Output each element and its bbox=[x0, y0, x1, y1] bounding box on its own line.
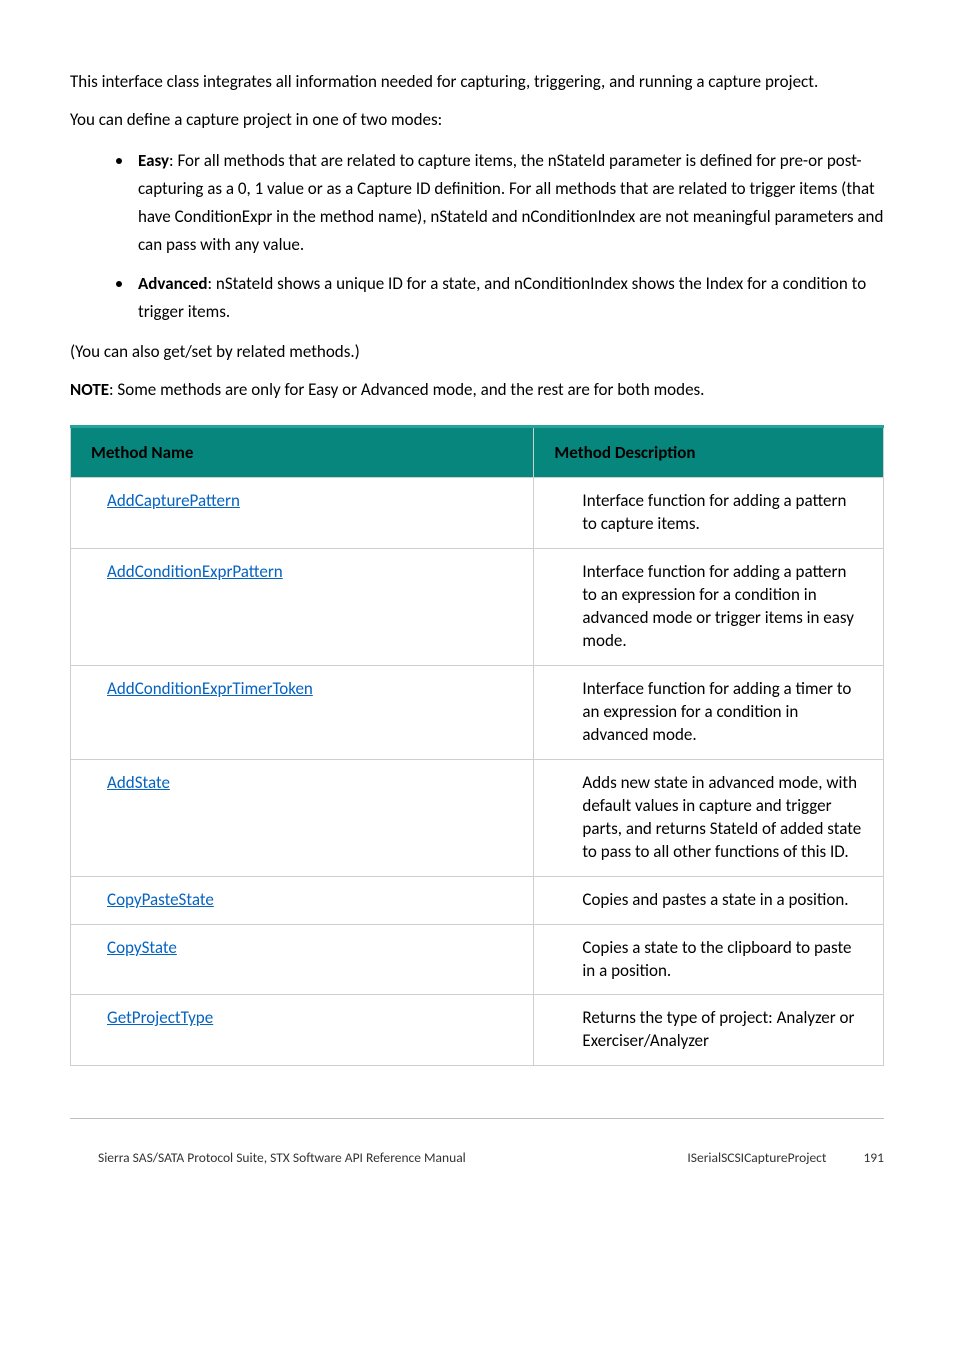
note-text: : Some methods are only for Easy or Adva… bbox=[109, 379, 704, 400]
methods-table: Method Name Method Description AddCaptur… bbox=[70, 425, 884, 1066]
method-description: Adds new state in advanced mode, with de… bbox=[534, 759, 884, 876]
method-link-addconditionexprtimertoken[interactable]: AddConditionExprTimerToken bbox=[107, 678, 313, 699]
table-row: AddCapturePattern Interface function for… bbox=[71, 478, 884, 549]
method-description: Copies and pastes a state in a position. bbox=[534, 876, 884, 924]
method-description: Interface function for adding a pattern … bbox=[534, 478, 884, 549]
method-link-addstate[interactable]: AddState bbox=[107, 772, 170, 793]
column-header-method-name: Method Name bbox=[71, 427, 534, 478]
list-item: Advanced: nStateId shows a unique ID for… bbox=[134, 269, 884, 326]
paragraph-intro-1: This interface class integrates all info… bbox=[70, 70, 884, 94]
table-row: AddConditionExprPattern Interface functi… bbox=[71, 549, 884, 666]
method-description: Returns the type of project: Analyzer or… bbox=[534, 995, 884, 1066]
table-header-row: Method Name Method Description bbox=[71, 427, 884, 478]
column-header-method-desc: Method Description bbox=[534, 427, 884, 478]
page-container: This interface class integrates all info… bbox=[0, 0, 954, 1206]
method-link-addcapturepattern[interactable]: AddCapturePattern bbox=[107, 490, 240, 511]
table-row: CopyState Copies a state to the clipboar… bbox=[71, 924, 884, 995]
bold-label-advanced: Advanced bbox=[138, 273, 208, 294]
footer-page-number: 191 bbox=[863, 1149, 884, 1166]
list-item: Easy: For all methods that are related t… bbox=[134, 146, 884, 259]
page-footer: Sierra SAS/SATA Protocol Suite, STX Soft… bbox=[70, 1118, 884, 1166]
method-description: Interface function for adding a timer to… bbox=[534, 666, 884, 760]
table-row: GetProjectType Returns the type of proje… bbox=[71, 995, 884, 1066]
method-link-getprojecttype[interactable]: GetProjectType bbox=[107, 1007, 213, 1028]
mode-list: Easy: For all methods that are related t… bbox=[70, 146, 884, 326]
bold-label-easy: Easy bbox=[138, 150, 169, 171]
list-item-text: : nStateId shows a unique ID for a state… bbox=[138, 273, 866, 322]
footer-api-name: ISerialSCSICaptureProject bbox=[687, 1149, 826, 1166]
table-row: AddConditionExprTimerToken Interface fun… bbox=[71, 666, 884, 760]
method-description: Interface function for adding a pattern … bbox=[534, 549, 884, 666]
list-item-text: : For all methods that are related to ca… bbox=[138, 150, 883, 255]
method-description: Copies a state to the clipboard to paste… bbox=[534, 924, 884, 995]
table-row: CopyPasteState Copies and pastes a state… bbox=[71, 876, 884, 924]
footer-left-text: Sierra SAS/SATA Protocol Suite, STX Soft… bbox=[70, 1137, 466, 1166]
table-row: AddState Adds new state in advanced mode… bbox=[71, 759, 884, 876]
paragraph-note: NOTE: Some methods are only for Easy or … bbox=[70, 378, 884, 402]
footer-right: ISerialSCSICaptureProject 191 bbox=[687, 1125, 884, 1166]
paragraph-intro-2: You can define a capture project in one … bbox=[70, 108, 884, 132]
method-link-addconditionexprpattern[interactable]: AddConditionExprPattern bbox=[107, 561, 283, 582]
paragraph-getset: (You can also get/set by related methods… bbox=[70, 340, 884, 364]
method-link-copystate[interactable]: CopyState bbox=[107, 937, 177, 958]
bold-label-note: NOTE bbox=[70, 379, 109, 400]
method-link-copypastestate[interactable]: CopyPasteState bbox=[107, 889, 214, 910]
